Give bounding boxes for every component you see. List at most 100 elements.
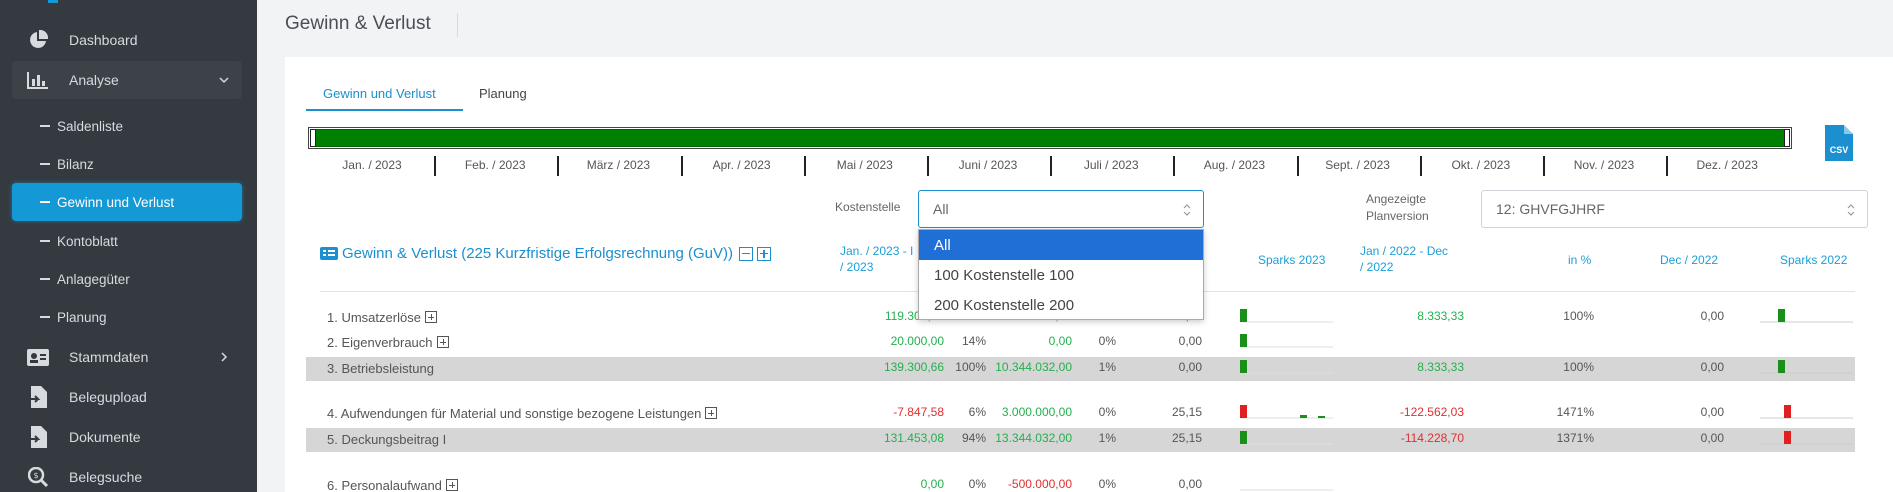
cell-value-dec-2022: 0,00	[1700, 360, 1724, 374]
dash-icon	[40, 163, 50, 165]
list-card-icon	[320, 247, 338, 260]
dash-icon	[40, 240, 50, 242]
cell-value-jan-2023: 131.453,08	[883, 431, 944, 445]
sidebar-subitem-kontoblatt[interactable]: Kontoblatt	[12, 222, 242, 260]
cell-value-dec-2022: 0,00	[1700, 309, 1724, 323]
sparkline-2023	[1240, 309, 1333, 323]
cell-value-jan-2023: 0,00	[920, 477, 944, 491]
sidebar-item-label: Stammdaten	[69, 349, 149, 365]
file-upload-icon	[27, 386, 49, 408]
tab-active-indicator	[306, 109, 463, 111]
tab-planung[interactable]: Planung	[479, 86, 527, 101]
cell-percent-2022: 1471%	[1556, 405, 1594, 419]
sidebar-item-belegsuche[interactable]: $ Belegsuche	[12, 458, 242, 492]
row-label-text: 1. Umsatzerlöse	[327, 309, 421, 325]
sidebar-item-dashboard[interactable]: Dashboard	[12, 21, 242, 59]
range-end-handle[interactable]	[1784, 129, 1790, 147]
cell-value-jan-2023: 20.000,00	[890, 334, 944, 348]
file-import-icon	[27, 426, 49, 448]
sidebar-item-belegupload[interactable]: Belegupload	[12, 378, 242, 416]
chevron-right-icon	[221, 352, 228, 362]
expand-row-button[interactable]	[424, 311, 437, 323]
sidebar-item-stammdaten[interactable]: Stammdaten	[12, 338, 242, 376]
timeline-month-tick	[803, 156, 806, 176]
sidebar-subitem-label: Gewinn und Verlust	[57, 194, 175, 210]
planversion-select[interactable]: 12: GHVFGJHRF	[1481, 190, 1868, 228]
period-range-slider[interactable]	[308, 127, 1792, 149]
cell-value-plan-2023: 13.344.032,00	[995, 431, 1072, 445]
report-title: Gewinn & Verlust (225 Kurzfristige Erfol…	[320, 245, 772, 262]
csv-export-icon[interactable]: CSV	[1825, 125, 1853, 161]
timeline-month-label: Feb. / 2023	[464, 158, 526, 172]
timeline-month-tick	[1419, 156, 1422, 176]
col-header-jan-2023[interactable]: Jan. / 2023 - I / 2023	[840, 243, 920, 277]
sidebar-subitem-label: Saldenliste	[57, 118, 124, 134]
kostenstelle-select[interactable]: All	[918, 190, 1204, 228]
timeline-month-tick	[434, 156, 437, 176]
timeline-month-tick	[1050, 156, 1053, 176]
cell-value-2022: 8.333,33	[1417, 360, 1464, 374]
page-title: Gewinn & Verlust	[285, 13, 431, 34]
chevron-down-icon	[219, 77, 229, 84]
sidebar-subitem-label: Bilanz	[57, 156, 94, 172]
timeline-month-tick	[927, 156, 929, 176]
row-label: 1. Umsatzerlöse	[327, 308, 437, 326]
timeline-month-label: Apr. / 2023	[712, 158, 771, 172]
sparkline-bar	[1778, 309, 1785, 322]
row-label: 3. Betriebsleistung	[327, 359, 434, 377]
kostenstelle-option-all[interactable]: All	[919, 230, 1203, 260]
sparkline-bar	[1300, 415, 1307, 418]
timeline-month-label: Jan. / 2023	[342, 158, 402, 172]
col-header-sparks-2022: Sparks 2022	[1780, 253, 1848, 267]
cell-value-current: 0,00	[1178, 334, 1202, 348]
dash-icon	[40, 201, 50, 203]
cell-percent-plan-2023: 0%	[1098, 405, 1116, 419]
sparkline-2022	[1760, 431, 1853, 445]
col-header-in-percent: in %	[1568, 253, 1592, 267]
timeline-month-label: Nov. / 2023	[1573, 158, 1635, 172]
sparkline-2022	[1760, 360, 1853, 374]
sidebar-item-analyse[interactable]: Analyse	[12, 61, 242, 99]
cell-value-dec-2022: 0,00	[1700, 405, 1724, 419]
timeline-month-label: Juni / 2023	[958, 158, 1018, 172]
cell-percent-plan-2023: 0%	[1098, 477, 1116, 491]
kostenstelle-label: Kostenstelle	[835, 200, 901, 214]
sidebar-item-dokumente[interactable]: Dokumente	[12, 418, 242, 456]
sidebar-subitem-anlagegueter[interactable]: Anlagegüter	[12, 260, 242, 298]
sidebar-subitem-bilanz[interactable]: Bilanz	[12, 145, 242, 183]
tab-gewinn-und-verlust[interactable]: Gewinn und Verlust	[323, 86, 436, 101]
sidebar-item-label: Belegupload	[69, 389, 147, 405]
col-header-dec-2022: Dec / 2022	[1660, 253, 1719, 267]
sparkline-bar	[1784, 431, 1791, 444]
sparkline-bar	[1784, 405, 1791, 418]
sparkline-bar	[1778, 360, 1785, 373]
kostenstelle-option-200[interactable]: 200 Kostenstelle 200	[919, 290, 1203, 320]
sidebar-item-label: Dashboard	[69, 32, 138, 48]
sparkline-bar	[1240, 309, 1247, 322]
row-label-text: 2. Eigenverbrauch	[327, 334, 433, 350]
col-header-line: / 2022	[1360, 260, 1394, 274]
sidebar-subitem-planung[interactable]: Planung	[12, 298, 242, 336]
expand-all-button[interactable]	[757, 246, 772, 261]
expand-row-button[interactable]	[445, 479, 458, 491]
id-card-icon	[27, 347, 49, 367]
cell-value-current: 0,00	[1178, 360, 1202, 374]
range-start-handle[interactable]	[310, 129, 316, 147]
cell-percent-2022: 1371%	[1556, 431, 1594, 445]
sparkline-bar	[1240, 431, 1247, 444]
sidebar-subitem-saldenliste[interactable]: Saldenliste	[12, 107, 242, 145]
collapse-all-button[interactable]	[739, 246, 754, 261]
timeline-month-tick	[1173, 156, 1176, 176]
sidebar-item-label: Belegsuche	[69, 469, 143, 485]
cell-value-plan-2023: 10.344.032,00	[995, 360, 1072, 374]
timeline-month-label: Aug. / 2023	[1203, 158, 1266, 172]
timeline-month-tick	[680, 156, 683, 176]
cell-value-current: 25,15	[1171, 405, 1202, 419]
expand-row-button[interactable]	[705, 407, 718, 419]
kostenstelle-option-100[interactable]: 100 Kostenstelle 100	[919, 260, 1203, 290]
sidebar-subitem-gewinn-und-verlust[interactable]: Gewinn und Verlust	[12, 183, 242, 221]
expand-row-button[interactable]	[436, 336, 449, 348]
row-label: 5. Deckungsbeitrag I	[327, 430, 446, 448]
col-header-jan-2022[interactable]: Jan / 2022 - Dec / 2022	[1360, 243, 1448, 275]
timeline-month-label: Okt. / 2023	[1451, 158, 1511, 172]
